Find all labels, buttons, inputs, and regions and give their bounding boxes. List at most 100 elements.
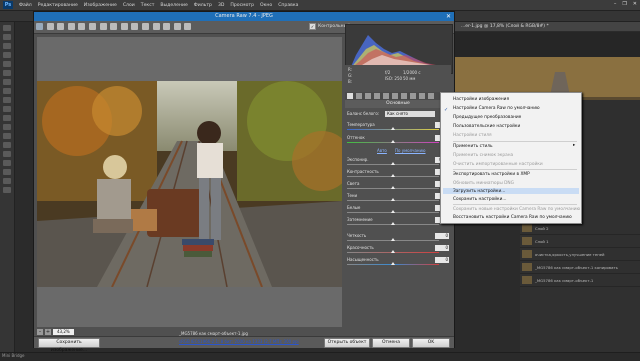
rotate-ccw-icon[interactable] xyxy=(173,23,181,30)
effects-tab-icon[interactable] xyxy=(401,93,407,99)
menu-item-export-xmp[interactable]: Экспортировать настройки в XMP xyxy=(453,172,530,177)
color-sampler-icon[interactable] xyxy=(67,23,75,30)
slider-value-input[interactable]: 0 xyxy=(435,257,449,263)
split-toning-tab-icon[interactable] xyxy=(383,93,389,99)
menu-image[interactable]: Изображение xyxy=(81,3,120,8)
menu-item-previous-conversion[interactable]: Предыдущее преобразование xyxy=(453,115,521,120)
path-select-icon[interactable] xyxy=(3,160,11,166)
dodge-tool-icon[interactable] xyxy=(3,133,11,139)
menu-help[interactable]: Справка xyxy=(275,3,301,8)
slider-thumb[interactable] xyxy=(391,174,395,177)
layer-row[interactable]: очистка,яркость,улучшение теней xyxy=(520,248,640,261)
snapshots-tab-icon[interactable] xyxy=(428,93,434,99)
eyedropper-tool-icon[interactable] xyxy=(3,70,11,76)
shape-tool-icon[interactable] xyxy=(3,169,11,175)
menu-item-reset-defaults[interactable]: Восстановить настройки Camera Raw по умо… xyxy=(453,215,572,220)
layer-row[interactable]: Слой 1 xyxy=(520,235,640,248)
wand-tool-icon[interactable] xyxy=(3,52,11,58)
detail-tab-icon[interactable] xyxy=(365,93,371,99)
crop-tool-icon[interactable] xyxy=(3,61,11,67)
window-close-icon[interactable]: ✕ xyxy=(633,1,637,7)
menu-filter[interactable]: Фильтр xyxy=(191,3,215,8)
open-object-button[interactable]: Открыть объект xyxy=(324,338,370,348)
slider-tint[interactable]: Оттенок 0 xyxy=(345,135,451,145)
zoom-level-select[interactable]: 43,2% xyxy=(53,329,74,335)
slider-temperature[interactable]: Температура 0 xyxy=(345,122,451,132)
menu-item-image-settings[interactable]: Настройки изображения xyxy=(453,97,509,102)
radial-filter-icon[interactable] xyxy=(152,23,160,30)
menu-item-custom-settings[interactable]: Пользовательские настройки xyxy=(453,124,520,129)
menu-layer[interactable]: Слои xyxy=(120,3,138,8)
menu-edit[interactable]: Редактирование xyxy=(35,3,81,8)
spot-removal-icon[interactable] xyxy=(110,23,118,30)
slider-thumb[interactable] xyxy=(391,162,395,165)
hsl-tab-icon[interactable] xyxy=(374,93,380,99)
hand-tool-icon[interactable] xyxy=(3,178,11,184)
menu-item-apply-preset[interactable]: Применить стиль xyxy=(453,144,493,149)
slider-thumb[interactable] xyxy=(391,140,395,143)
adjustment-brush-icon[interactable] xyxy=(131,23,139,30)
slider-thumb[interactable] xyxy=(391,238,395,241)
tone-curve-tab-icon[interactable] xyxy=(356,93,362,99)
menu-item-save-settings[interactable]: Сохранить настройки... xyxy=(453,197,506,202)
zoom-out-icon[interactable]: – xyxy=(37,329,43,335)
slider-value-input[interactable]: 0 xyxy=(435,233,449,239)
heal-tool-icon[interactable] xyxy=(3,79,11,85)
menu-item-camera-raw-defaults[interactable]: Настройки Camera Raw по умолчанию xyxy=(453,106,540,111)
restore-icon[interactable]: ❐ xyxy=(622,1,626,7)
history-brush-icon[interactable] xyxy=(3,106,11,112)
graduated-filter-icon[interactable] xyxy=(141,23,149,30)
menu-view[interactable]: Просмотр xyxy=(227,3,257,8)
lens-tab-icon[interactable] xyxy=(392,93,398,99)
preview-checkbox-box[interactable]: ✓ xyxy=(309,23,316,30)
zoom-tool-icon[interactable] xyxy=(3,187,11,193)
workflow-options-link[interactable]: sRGB IEC61966-2.1; 8 бит; 2000 на 1333 (… xyxy=(179,339,299,344)
slider-value-input[interactable]: 0 xyxy=(435,245,449,251)
slider-thumb[interactable] xyxy=(391,127,395,130)
slider-exposure[interactable]: Экспонир. 0,00 xyxy=(345,157,451,167)
presets-tab-icon[interactable] xyxy=(419,93,425,99)
lasso-tool-icon[interactable] xyxy=(3,43,11,49)
close-icon[interactable]: ✕ xyxy=(446,12,451,21)
image-preview-area[interactable] xyxy=(37,37,342,327)
slider-highlights[interactable]: Света 0 xyxy=(345,181,451,191)
slider-thumb[interactable] xyxy=(391,222,395,225)
crop-tool-icon[interactable] xyxy=(88,23,96,30)
slider-thumb[interactable] xyxy=(391,250,395,253)
rotate-cw-icon[interactable] xyxy=(184,23,192,30)
targeted-adjust-icon[interactable] xyxy=(78,23,86,30)
slider-thumb[interactable] xyxy=(391,262,395,265)
hand-tool-icon[interactable] xyxy=(46,23,54,30)
slider-shadows[interactable]: Тени 0 xyxy=(345,193,451,203)
white-balance-tool-icon[interactable] xyxy=(57,23,65,30)
ok-button[interactable]: OK xyxy=(412,338,450,348)
slider-thumb[interactable] xyxy=(391,198,395,201)
zoom-in-icon[interactable]: + xyxy=(45,329,51,335)
mini-bridge-tab[interactable]: Mini Bridge xyxy=(2,353,25,358)
slider-clarity[interactable]: Четкость 0 xyxy=(345,233,451,243)
basic-tab-icon[interactable] xyxy=(347,93,353,99)
menu-3d[interactable]: 3D xyxy=(215,3,227,8)
camera-calibration-tab-icon[interactable] xyxy=(410,93,416,99)
minimize-icon[interactable]: – xyxy=(614,1,617,7)
slider-thumb[interactable] xyxy=(391,210,395,213)
cancel-button[interactable]: Отмена xyxy=(372,338,410,348)
save-image-button[interactable]: Сохранить изображение... xyxy=(38,338,100,353)
document-tab[interactable]: ...er-1.jpg @ 17,8% (Слой & RGB/8#) * xyxy=(455,22,640,31)
layer-row[interactable]: _MG5786 как смарт-объект-1 копировать xyxy=(520,261,640,274)
slider-blacks[interactable]: Затемнение 0 xyxy=(345,217,451,227)
brush-tool-icon[interactable] xyxy=(3,88,11,94)
slider-saturation[interactable]: Насыщенность 0 xyxy=(345,257,451,267)
move-tool-icon[interactable] xyxy=(3,25,11,31)
menu-type[interactable]: Текст xyxy=(138,3,158,8)
pen-tool-icon[interactable] xyxy=(3,142,11,148)
type-tool-icon[interactable] xyxy=(3,151,11,157)
zoom-tool-icon[interactable] xyxy=(36,23,43,30)
menu-file[interactable]: Файл xyxy=(16,3,35,8)
slider-contrast[interactable]: Контрастность 0 xyxy=(345,169,451,179)
layer-row[interactable]: _MG5786 как смарт-объект-1 xyxy=(520,274,640,287)
white-balance-select[interactable]: Как снято xyxy=(385,111,435,117)
slider-thumb[interactable] xyxy=(391,186,395,189)
slider-vibrance[interactable]: Красочность 0 xyxy=(345,245,451,255)
gradient-tool-icon[interactable] xyxy=(3,124,11,130)
